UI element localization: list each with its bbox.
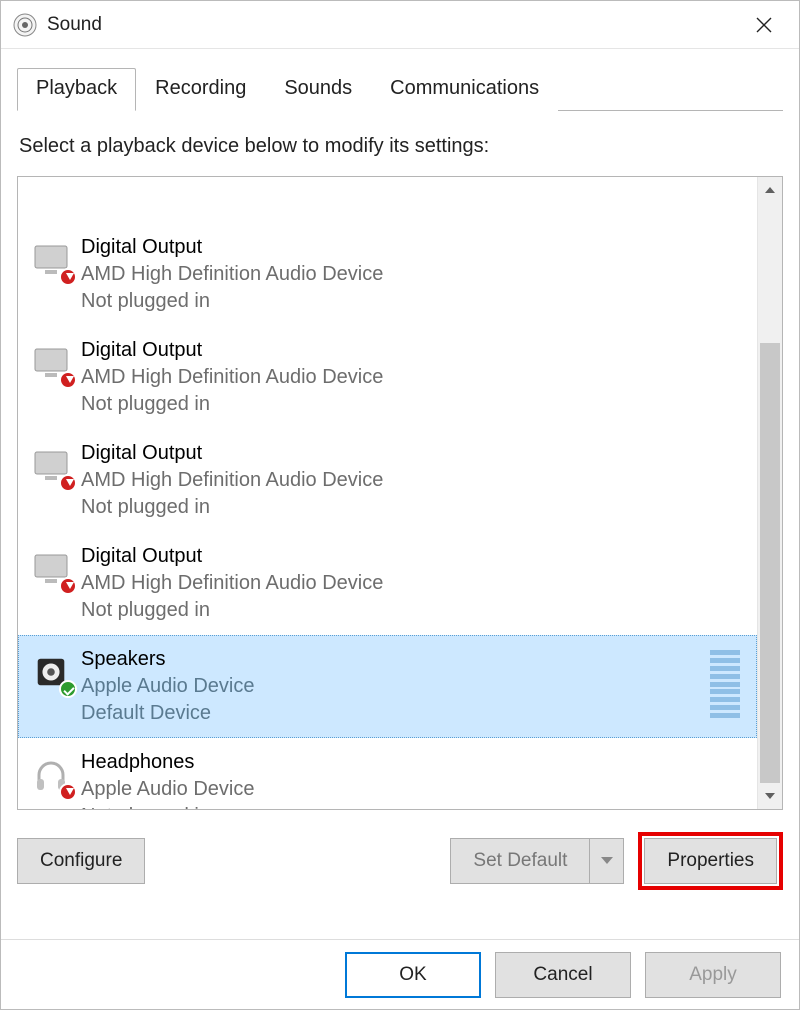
device-driver: AMD High Definition Audio Device: [81, 261, 746, 288]
headphones-icon: [29, 753, 73, 797]
properties-highlight: Properties: [638, 832, 783, 890]
configure-button[interactable]: Configure: [17, 838, 145, 884]
ok-button[interactable]: OK: [345, 952, 481, 998]
level-meter: [710, 650, 740, 718]
scroll-down-arrow-icon[interactable]: [758, 783, 782, 809]
device-driver: AMD High Definition Audio Device: [81, 467, 746, 494]
action-button-row: Configure Set Default Properties: [17, 832, 783, 890]
tab-recording[interactable]: Recording: [136, 68, 265, 111]
device-driver: Apple Audio Device: [81, 776, 746, 803]
default-badge-icon: [59, 680, 77, 698]
device-row[interactable]: Digital Output AMD High Definition Audio…: [18, 429, 757, 532]
properties-button[interactable]: Properties: [644, 838, 777, 884]
window-title: Sound: [47, 14, 102, 36]
monitor-icon: [29, 341, 73, 385]
device-name: Speakers: [81, 646, 704, 673]
device-driver: AMD High Definition Audio Device: [81, 364, 746, 391]
device-status: Not plugged in: [81, 494, 746, 521]
set-default-split-button[interactable]: Set Default: [450, 838, 624, 884]
tab-strip: Playback Recording Sounds Communications: [17, 67, 783, 111]
device-row-selected[interactable]: Speakers Apple Audio Device Default Devi…: [18, 635, 757, 738]
device-list[interactable]: Digital Output AMD High Definition Audio…: [18, 177, 757, 809]
monitor-icon: [29, 444, 73, 488]
instruction-text: Select a playback device below to modify…: [19, 135, 781, 158]
unplugged-badge-icon: [59, 577, 77, 595]
dialog-body: Playback Recording Sounds Communications…: [1, 49, 799, 890]
device-list-container: Digital Output AMD High Definition Audio…: [17, 176, 783, 810]
cancel-button[interactable]: Cancel: [495, 952, 631, 998]
scroll-up-arrow-icon[interactable]: [758, 177, 782, 203]
device-name: Headphones: [81, 749, 746, 776]
tab-communications[interactable]: Communications: [371, 68, 558, 111]
tab-playback[interactable]: Playback: [17, 68, 136, 111]
tab-sounds[interactable]: Sounds: [265, 68, 371, 111]
device-row[interactable]: Digital Output AMD High Definition Audio…: [18, 223, 757, 326]
dialog-bottom-row: OK Cancel Apply: [1, 939, 799, 1009]
device-row[interactable]: Digital Output AMD High Definition Audio…: [18, 532, 757, 635]
scrollbar[interactable]: [757, 177, 782, 809]
sound-dialog: Sound Playback Recording Sounds Communic…: [0, 0, 800, 1010]
device-name: Digital Output: [81, 337, 746, 364]
monitor-icon: [29, 238, 73, 282]
speaker-icon: [29, 650, 73, 694]
unplugged-badge-icon: [59, 474, 77, 492]
device-status: Not plugged in: [81, 803, 746, 809]
monitor-icon: [29, 177, 73, 212]
device-row[interactable]: Headphones Apple Audio Device Not plugge…: [18, 738, 757, 809]
device-status: Not plugged in: [81, 391, 746, 418]
unplugged-badge-icon: [59, 268, 77, 286]
device-status: Not plugged in: [81, 288, 746, 315]
unplugged-badge-icon: [59, 371, 77, 389]
device-status: Not plugged in: [81, 597, 746, 624]
monitor-icon: [29, 547, 73, 591]
unplugged-badge-icon: [59, 783, 77, 801]
device-row[interactable]: Digital Output AMD High Definition Audio…: [18, 326, 757, 429]
titlebar: Sound: [1, 1, 799, 49]
device-driver: Apple Audio Device: [81, 673, 704, 700]
device-status: Default Device: [81, 700, 704, 727]
sound-app-icon: [13, 13, 37, 37]
set-default-button[interactable]: Set Default: [450, 838, 590, 884]
device-driver: AMD High Definition Audio Device: [81, 570, 746, 597]
device-name: Digital Output: [81, 543, 746, 570]
device-name: Digital Output: [81, 440, 746, 467]
scroll-track[interactable]: [758, 203, 782, 783]
apply-button[interactable]: Apply: [645, 952, 781, 998]
close-button[interactable]: [741, 2, 787, 48]
device-name: Digital Output: [81, 234, 746, 261]
device-row[interactable]: [18, 177, 757, 223]
set-default-dropdown[interactable]: [590, 838, 624, 884]
scroll-thumb[interactable]: [760, 343, 780, 783]
